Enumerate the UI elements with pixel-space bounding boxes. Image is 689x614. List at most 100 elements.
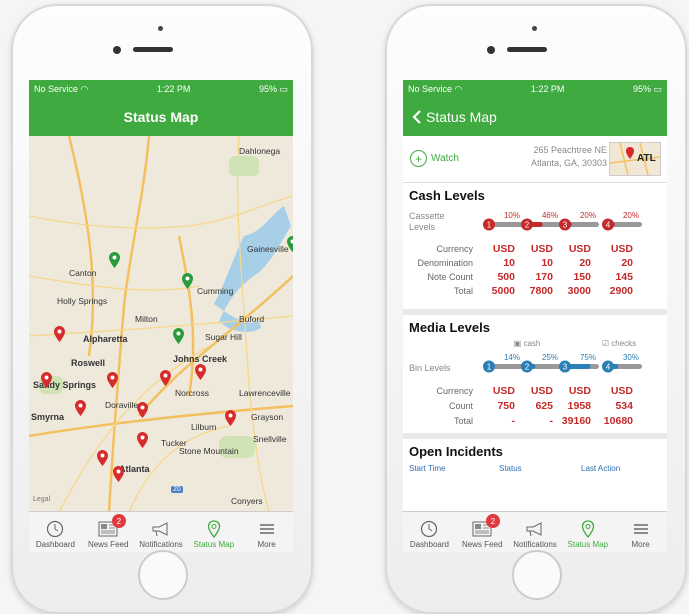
news-badge: 2: [485, 514, 500, 528]
map-pin-red[interactable]: [107, 372, 118, 388]
value-cell: 145: [615, 271, 633, 283]
section-heading: Media Levels: [409, 320, 490, 335]
clock-icon: [421, 520, 438, 538]
tab-notifications[interactable]: Notifications: [509, 512, 562, 552]
value-cell: USD: [530, 243, 553, 255]
place-label: Stone Mountain: [179, 446, 239, 456]
map-pin-red[interactable]: [97, 450, 108, 466]
value-cell: USD: [568, 385, 591, 397]
tab-dashboard[interactable]: Dashboard: [403, 512, 456, 552]
map-pin-red[interactable]: [75, 400, 86, 416]
place-label: Lilburn: [191, 422, 217, 432]
value-cell: 10: [541, 257, 553, 269]
front-camera: [487, 46, 495, 54]
map-screen: No Service ◠ 1:22 PM 95% ▭ Status Map Da…: [29, 80, 293, 552]
tab-dashboard[interactable]: Dashboard: [29, 512, 82, 552]
back-title: Status Map: [426, 109, 497, 125]
tab-news-feed[interactable]: 2 News Feed: [82, 512, 135, 552]
battery-icon: ▭: [279, 83, 288, 94]
value-cell: 20: [579, 257, 591, 269]
value-cell: 7800: [529, 285, 553, 297]
home-button[interactable]: [512, 550, 562, 600]
value-cell: 10: [503, 257, 515, 269]
map-pin-red[interactable]: [137, 402, 148, 418]
place-label: Buford: [239, 314, 265, 324]
plus-circle-icon: +: [410, 150, 427, 167]
page-title: Status Map: [123, 109, 199, 125]
map-pin-green[interactable]: [182, 273, 193, 289]
watch-button[interactable]: + Watch: [410, 150, 459, 167]
value-cell: -: [549, 415, 554, 427]
row-label: Denomination: [417, 258, 473, 268]
value-cell: 1958: [567, 400, 591, 412]
value-cell: USD: [492, 385, 515, 397]
place-label: Canton: [69, 268, 97, 278]
value-cell: USD: [568, 243, 591, 255]
detail-screen: No Service ◠ 1:22 PM 95% ▭ Status Map + …: [403, 80, 667, 552]
back-button[interactable]: Status Map: [411, 109, 497, 125]
location-thumbnail[interactable]: ATL: [609, 142, 661, 176]
tab-more[interactable]: More: [614, 512, 667, 552]
map-pin-red[interactable]: [160, 370, 171, 386]
map-pin-green[interactable]: [109, 252, 120, 268]
column-header[interactable]: Status: [499, 464, 581, 473]
level-index: 4: [606, 221, 611, 230]
tab-status-map[interactable]: Status Map: [187, 512, 240, 552]
tab-label: Dashboard: [35, 540, 75, 549]
map-pin-red[interactable]: [225, 410, 236, 426]
home-button[interactable]: [138, 550, 188, 600]
chevron-left-icon: [412, 110, 421, 124]
place-label: Johns Creek: [173, 354, 228, 364]
atm-address: 265 Peachtree NE Atlanta, GA, 30303: [517, 144, 607, 170]
cash-levels-section: Cash Levels Cassette Levels 10% 1 46% 2 20% 3…: [403, 183, 667, 315]
map-pin-red[interactable]: [137, 432, 148, 448]
value-cell: 3000: [567, 285, 591, 297]
checks-bin-header: ☑ checks: [579, 339, 659, 349]
checks-bin-label: checks: [611, 339, 637, 348]
column-header[interactable]: Start Time: [409, 464, 499, 473]
place-label: Alpharetta: [83, 334, 128, 344]
media-levels-section: Media Levels ▣ cash ☑ checks Bin Levels …: [403, 315, 667, 439]
legal-link[interactable]: Legal: [33, 496, 50, 503]
level-percent: 20%: [580, 211, 596, 220]
value-cell: 170: [535, 271, 553, 283]
map-pin-green[interactable]: [173, 328, 184, 344]
news-badge: 2: [111, 514, 126, 528]
value-cell: 625: [535, 400, 553, 412]
map-pin-red[interactable]: [195, 364, 206, 380]
map-pin-green[interactable]: [287, 236, 293, 252]
level-percent: 20%: [623, 211, 639, 220]
battery-percent: 95%: [258, 83, 277, 94]
map-pin-red[interactable]: [54, 326, 65, 342]
row-label: Total: [453, 286, 473, 296]
map-pin-icon: [581, 520, 594, 538]
tab-more[interactable]: More: [240, 512, 293, 552]
tab-label: More: [631, 540, 650, 549]
level-percent: 46%: [542, 211, 558, 220]
tab-news-feed[interactable]: 2 News Feed: [456, 512, 509, 552]
megaphone-icon: [526, 522, 542, 537]
watch-label: Watch: [431, 153, 459, 164]
level-index: 2: [525, 221, 530, 230]
place-label: Dahlonega: [239, 146, 281, 156]
place-label: Doraville: [105, 400, 139, 410]
status-map[interactable]: Dahlonega Gainesville Canton Cumming Hol…: [29, 136, 293, 512]
tab-label: News Feed: [461, 540, 503, 549]
thumbnail-label: ATL: [637, 153, 656, 164]
row-label: Currency: [436, 244, 473, 254]
place-label: Snellville: [253, 434, 287, 444]
level-index: 3: [563, 363, 568, 372]
column-header[interactable]: Last Action: [581, 464, 620, 473]
place-label: Roswell: [71, 358, 106, 368]
map-pin-red[interactable]: [41, 372, 52, 388]
tab-bar: Dashboard 2 News Feed Notifications Stat…: [29, 511, 293, 552]
level-index: 2: [525, 363, 530, 372]
map-pin-red[interactable]: [113, 466, 124, 482]
level-index: 1: [487, 221, 492, 230]
tab-notifications[interactable]: Notifications: [135, 512, 188, 552]
place-label: Milton: [135, 314, 158, 324]
level-percent: 14%: [504, 353, 520, 362]
bin-level-bars: 14% 1 25% 2 75% 3 30% 4: [483, 353, 642, 373]
tab-label: News Feed: [87, 540, 129, 549]
tab-status-map[interactable]: Status Map: [561, 512, 614, 552]
